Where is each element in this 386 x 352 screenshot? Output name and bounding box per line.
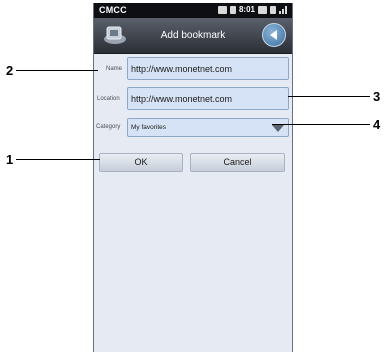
location-label: Location — [97, 96, 120, 102]
missed-call-icon — [229, 5, 236, 14]
callout-4: 4 — [373, 117, 381, 132]
callout-1-line — [16, 159, 100, 160]
signal-strength-icon — [279, 5, 287, 14]
notification-icon — [217, 5, 227, 14]
status-bar: CMCC 8:01 — [94, 3, 292, 18]
category-label: Category — [96, 124, 121, 130]
status-time: 8:01 — [238, 5, 255, 14]
battery-icon — [258, 5, 267, 14]
ok-button[interactable]: OK — [99, 153, 183, 172]
phone-screen: CMCC 8:01 Add bookmark Name http://www.m… — [93, 3, 293, 352]
carrier-label: CMCC — [99, 5, 127, 15]
status-icons: 8:01 — [217, 5, 287, 14]
callout-2: 2 — [6, 63, 14, 78]
name-label: Name — [106, 66, 123, 72]
location-field[interactable]: http://www.monetnet.com — [127, 87, 289, 110]
title-bar: Add bookmark — [94, 18, 292, 54]
category-value: My favorites — [131, 124, 167, 131]
callout-2-line — [16, 70, 98, 71]
callout-4-line — [272, 124, 370, 125]
callout-1: 1 — [6, 152, 14, 167]
network-icon — [270, 5, 276, 14]
back-arrow-icon[interactable] — [262, 23, 286, 47]
callout-3-line — [288, 96, 370, 97]
callout-3: 3 — [373, 89, 381, 104]
cancel-button[interactable]: Cancel — [190, 153, 285, 172]
category-select[interactable]: My favorites — [127, 118, 289, 137]
name-field[interactable]: http://www.monetnet.com — [127, 57, 289, 80]
